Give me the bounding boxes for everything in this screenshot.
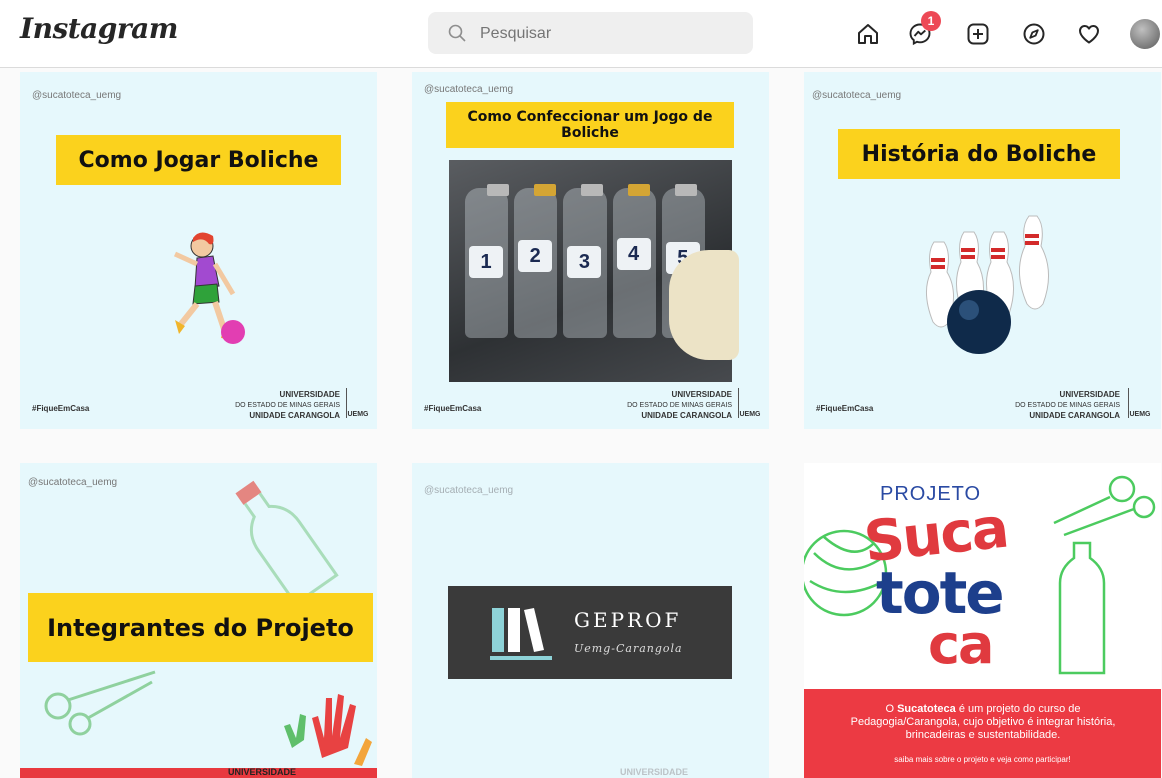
post-como-jogar-boliche[interactable]: @sucatoteca_uemg Como Jogar Boliche #Fiq… — [20, 72, 377, 429]
project-cta: saiba mais sobre o projeto e veja como p… — [894, 755, 1071, 764]
hands-decoration — [284, 694, 372, 766]
post-confeccionar-jogo-boliche[interactable]: @sucatoteca_uemg Como Confeccionar um Jo… — [412, 72, 769, 429]
university-credit: UNIVERSIDADE DO ESTADO DE MINAS GERAIS U… — [220, 390, 340, 422]
description-lead: O — [885, 703, 898, 715]
bottle-number: 2 — [518, 240, 553, 272]
bowling-pins-illustration — [926, 215, 1049, 354]
project-description-panel: O Sucatoteca é um projeto do curso de Pe… — [804, 689, 1161, 778]
description-brand: Sucatoteca — [897, 703, 956, 715]
uemg-logo: UEMG — [346, 388, 369, 418]
uni-name: UNIVERSIDADE — [671, 390, 732, 399]
post-title-banner: Integrantes do Projeto — [28, 593, 373, 662]
uni-subtitle: DO ESTADO DE MINAS GERAIS — [1015, 402, 1120, 409]
uni-name: UNIVERSIDADE — [279, 390, 340, 399]
messages-badge: 1 — [921, 11, 941, 31]
post-handle: @sucatoteca_uemg — [32, 90, 122, 101]
project-description: O Sucatoteca é um projeto do curso de Pe… — [832, 703, 1134, 742]
geprof-subtitle: Uemg-Carangola — [574, 642, 683, 655]
geprof-title: GEPROF — [574, 608, 682, 632]
post-handle: @sucatoteca_uemg — [812, 90, 902, 101]
instagram-logo[interactable]: Instagram — [20, 12, 178, 45]
bottle-number: 3 — [567, 246, 602, 278]
uni-unit: UNIDADE CARANGOLA — [641, 411, 732, 420]
university-credit: UNIVERSIDADE DO ESTADO DE MINAS GERAIS U… — [612, 390, 732, 422]
books-icon — [490, 608, 552, 660]
messenger-icon[interactable]: 1 — [903, 11, 941, 51]
sucatoteca-word-ca: ca — [928, 613, 994, 676]
uni-unit: UNIDADE CARANGOLA — [249, 411, 340, 420]
hashtag-fiqueemcasa: #FiqueEmCasa — [816, 404, 874, 413]
post-handle: @sucatoteca_uemg — [424, 84, 514, 95]
search-input[interactable] — [478, 21, 742, 47]
top-navigation-bar: Instagram 1 — [0, 0, 1162, 68]
geprof-logo-card: GEPROF Uemg-Carangola — [448, 586, 732, 679]
uni-subtitle: DO ESTADO DE MINAS GERAIS — [627, 402, 732, 409]
post-projeto-sucatoteca[interactable]: PROJETO Suca tote ca O Sucatoteca é um p… — [804, 463, 1161, 778]
uni-name: UNIVERSIDADE — [620, 767, 689, 777]
post-title-banner: Como Confeccionar um Jogo de Boliche — [446, 102, 734, 148]
post-geprof[interactable]: @sucatoteca_uemg GEPROF Uemg-Carangola U… — [412, 463, 769, 778]
home-icon[interactable] — [851, 17, 885, 51]
bottle-outline-decoration — [235, 480, 339, 603]
post-handle: @sucatoteca_uemg — [424, 485, 514, 496]
search-icon — [448, 24, 466, 42]
post-title-banner: Como Jogar Boliche — [56, 135, 341, 185]
search-bar[interactable] — [428, 12, 753, 54]
uni-unit: UNIDADE CARANGOLA — [1029, 411, 1120, 420]
bottle-number: 1 — [469, 246, 503, 278]
uni-name: UNIVERSIDADE — [1059, 390, 1120, 399]
bottle-number: 4 — [616, 238, 651, 270]
activity-heart-icon[interactable] — [1072, 17, 1106, 51]
footer-strip: UNIVERSIDADE — [20, 767, 377, 778]
scissors-decoration — [44, 670, 156, 736]
uni-subtitle: DO ESTADO DE MINAS GERAIS — [235, 402, 340, 409]
profile-avatar[interactable] — [1130, 19, 1160, 49]
hashtag-fiqueemcasa: #FiqueEmCasa — [424, 404, 482, 413]
new-post-icon[interactable] — [961, 17, 995, 51]
hashtag-fiqueemcasa: #FiqueEmCasa — [32, 404, 90, 413]
bottles-photo: 1 2 3 4 5 — [449, 160, 739, 382]
post-historia-do-boliche[interactable]: @sucatoteca_uemg História do Boliche #Fi… — [804, 72, 1161, 429]
post-handle: @sucatoteca_uemg — [28, 477, 118, 488]
university-credit: UNIVERSIDADE DO ESTADO DE MINAS GERAIS U… — [1000, 390, 1120, 422]
uni-name: UNIVERSIDADE — [228, 767, 297, 777]
uemg-logo: UEMG — [1128, 388, 1151, 418]
post-integrantes-do-projeto[interactable]: @sucatoteca_uemg Integrantes do Projeto … — [20, 463, 377, 778]
post-title-banner: História do Boliche — [838, 129, 1120, 179]
explore-icon[interactable] — [1017, 17, 1051, 51]
bowler-girl-illustration — [173, 232, 245, 344]
uemg-logo: UEMG — [738, 388, 761, 418]
